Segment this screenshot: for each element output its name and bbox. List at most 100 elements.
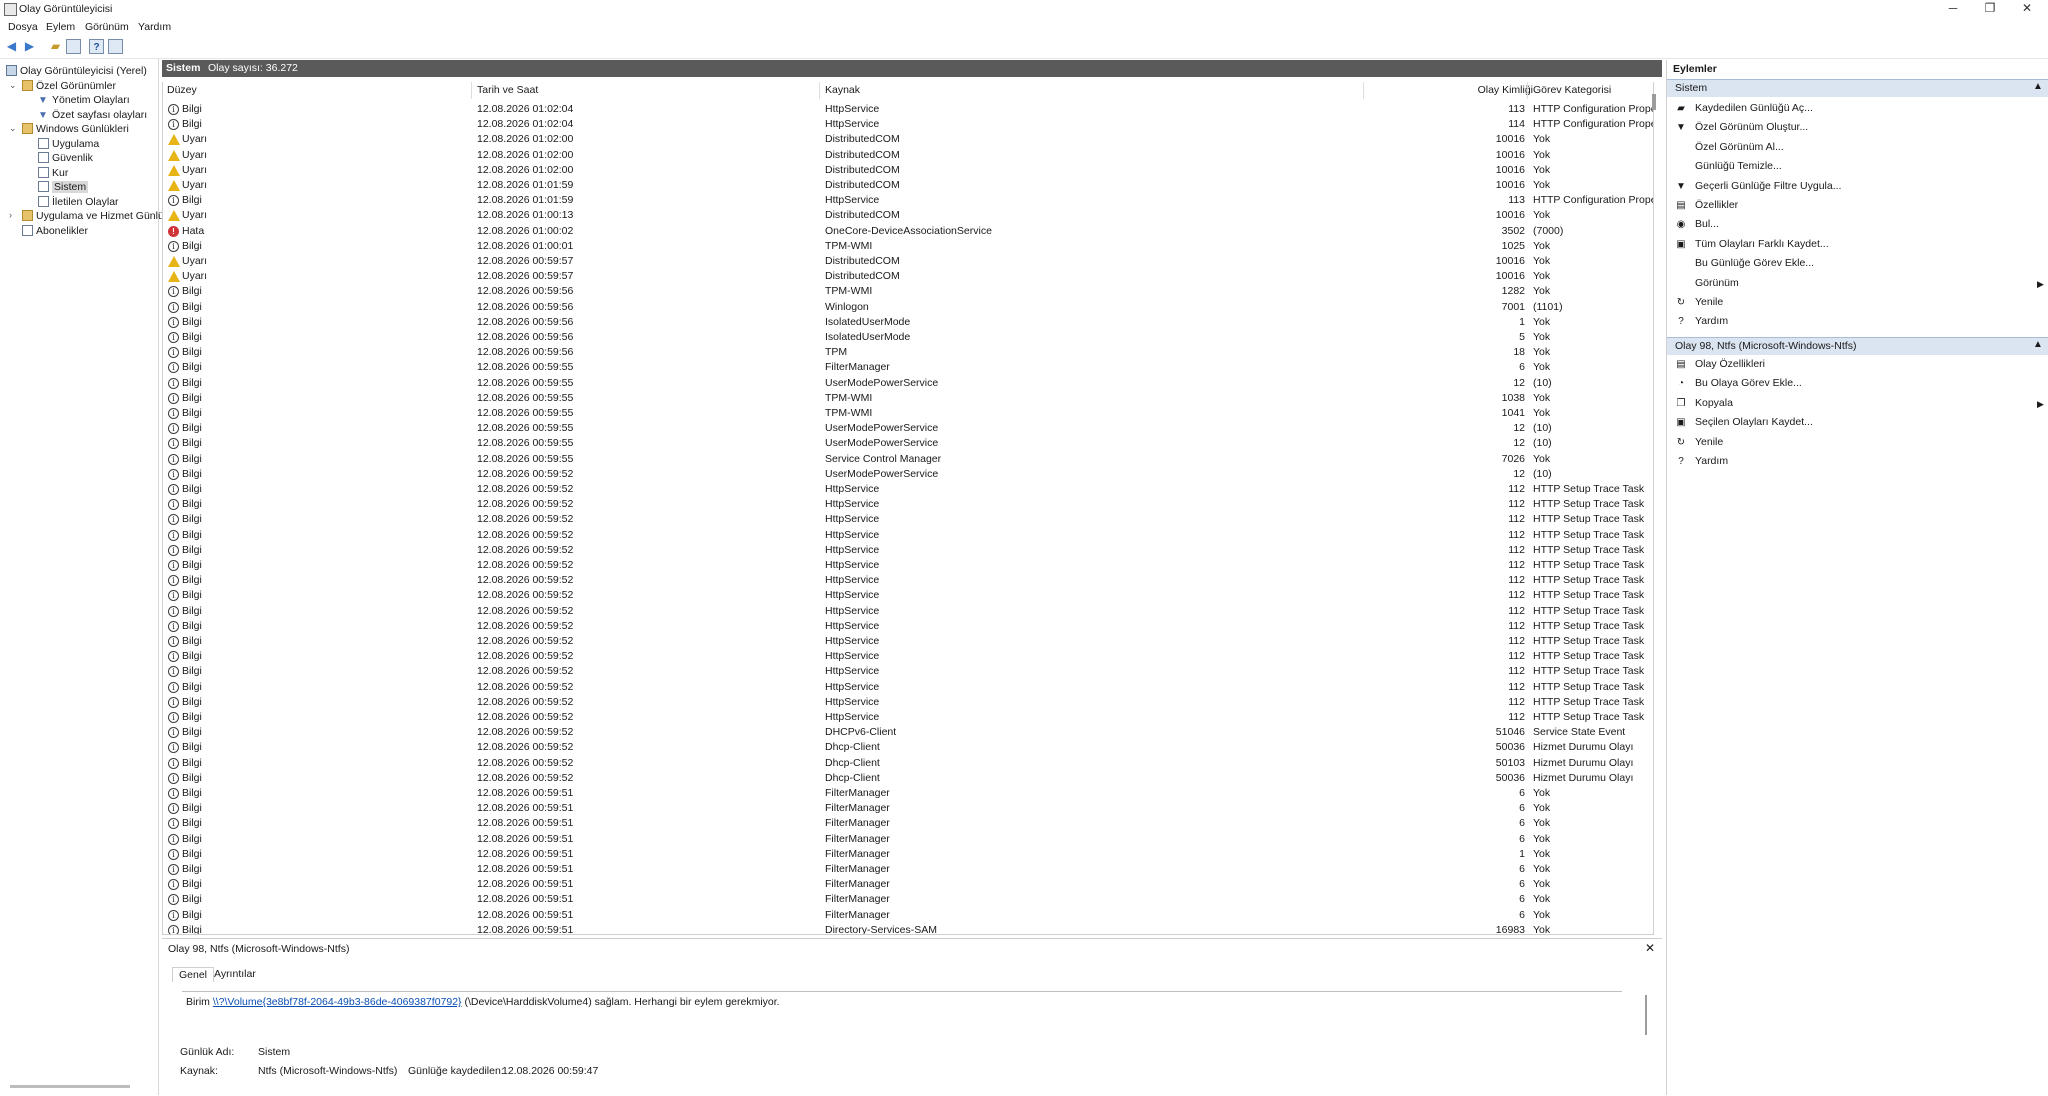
show-hide-tree-icon[interactable]: [66, 39, 81, 54]
table-row[interactable]: i Bilgi 12.08.2026 00:59:56 Winlogon 7001 (11…: [163, 300, 1643, 315]
table-row[interactable]: i Bilgi 12.08.2026 00:59:55 UserModePowerSe…: [163, 376, 1643, 391]
tab-genel[interactable]: Genel: [172, 967, 215, 982]
tree-item[interactable]: Windows Günlükleri: [22, 122, 129, 136]
close-icon[interactable]: ✕: [1645, 941, 1655, 955]
table-row[interactable]: i Bilgi 12.08.2026 00:59:52 HttpService 112 H…: [163, 558, 1644, 573]
event-list-scrollbar[interactable]: [1652, 94, 1656, 110]
table-row[interactable]: Uyarı 12.08.2026 00:59:57 DistributedCOM 10…: [163, 269, 1643, 284]
table-row[interactable]: i Bilgi 12.08.2026 00:59:51 FilterManager 6 Y…: [163, 908, 1643, 923]
close-window-button[interactable]: ✕: [2010, 0, 2044, 16]
table-row[interactable]: i Bilgi 12.08.2026 00:59:51 Directory-Servi…: [163, 923, 1643, 934]
action-item[interactable]: ? Yardım: [1675, 313, 1728, 330]
table-row[interactable]: i Bilgi 12.08.2026 00:59:55 TPM-WMI 1041 Yok: [163, 406, 1643, 421]
table-row[interactable]: Uyarı 12.08.2026 00:59:57 DistributedCOM 10…: [163, 254, 1643, 269]
table-row[interactable]: i Bilgi 12.08.2026 00:59:52 HttpService 112 H…: [163, 619, 1644, 634]
table-row[interactable]: i Bilgi 12.08.2026 00:59:55 FilterManager 6 Y…: [163, 360, 1643, 375]
tree-item[interactable]: İletilen Olaylar: [38, 195, 119, 209]
action-item[interactable]: ▰ Kaydedilen Günlüğü Aç...: [1675, 100, 1813, 117]
table-row[interactable]: i Bilgi 12.08.2026 00:59:52 Dhcp-Client 5003…: [163, 740, 1643, 755]
tree-item[interactable]: Uygulama ve Hizmet Günlük: [22, 209, 169, 223]
table-row[interactable]: i Bilgi 12.08.2026 00:59:52 HttpService 112 H…: [163, 604, 1644, 619]
table-row[interactable]: i Bilgi 12.08.2026 00:59:52 HttpService 112 H…: [163, 482, 1644, 497]
back-arrow-icon[interactable]: ◀: [4, 39, 19, 54]
table-row[interactable]: i Bilgi 12.08.2026 01:00:01 TPM-WMI 1025 Yok: [163, 239, 1643, 254]
action-item[interactable]: ↻ Yenile: [1675, 294, 1723, 311]
menu-eylem[interactable]: Eylem: [46, 21, 75, 33]
table-row[interactable]: i Bilgi 12.08.2026 00:59:52 HttpService 112 H…: [163, 710, 1644, 725]
column-separator[interactable]: [1527, 82, 1528, 99]
tree-item[interactable]: ▼ Özet sayfası olayları: [38, 108, 147, 122]
tree-item[interactable]: Sistem: [38, 180, 89, 194]
menu-dosya[interactable]: Dosya: [8, 21, 38, 33]
table-row[interactable]: i Bilgi 12.08.2026 01:02:04 HttpService 113 H…: [163, 102, 1653, 117]
expanded-chevron-icon[interactable]: ⌄: [9, 123, 17, 134]
show-hide-action-pane-icon[interactable]: [108, 39, 123, 54]
action-item[interactable]: ❐ Kopyala: [1675, 395, 1733, 412]
table-row[interactable]: i Bilgi 12.08.2026 00:59:55 UserModePowerSe…: [163, 421, 1643, 436]
table-row[interactable]: i Bilgi 12.08.2026 00:59:51 FilterManager 1 Y…: [163, 847, 1643, 862]
table-row[interactable]: i Bilgi 12.08.2026 00:59:51 FilterManager 6 Y…: [163, 816, 1643, 831]
tree-item[interactable]: Güvenlik: [38, 151, 93, 165]
maximize-button[interactable]: ❐: [1973, 0, 2007, 16]
menu-gorunum[interactable]: Görünüm: [85, 21, 129, 33]
table-row[interactable]: i Bilgi 12.08.2026 00:59:52 HttpService 112 H…: [163, 543, 1644, 558]
table-row[interactable]: i Bilgi 12.08.2026 00:59:52 Dhcp-Client 5003…: [163, 771, 1643, 786]
action-item[interactable]: ? Yardım: [1675, 453, 1728, 470]
action-item[interactable]: ▣ Seçilen Olayları Kaydet...: [1675, 414, 1813, 431]
table-row[interactable]: i Bilgi 12.08.2026 00:59:52 HttpService 112 H…: [163, 649, 1644, 664]
table-row[interactable]: i Bilgi 12.08.2026 00:59:52 Dhcp-Client 5010…: [163, 756, 1643, 771]
column-header-source[interactable]: Kaynak: [825, 84, 860, 96]
action-item[interactable]: ▼ Geçerli Günlüğe Filtre Uygula...: [1675, 178, 1841, 195]
action-item[interactable]: ▤ Olay Özellikleri: [1675, 356, 1765, 373]
forward-arrow-icon[interactable]: ▶: [22, 39, 37, 54]
table-row[interactable]: i Bilgi 12.08.2026 00:59:52 HttpService 112 H…: [163, 573, 1644, 588]
tree-item[interactable]: Olay Görüntüleyicisi (Yerel): [6, 64, 147, 78]
table-row[interactable]: i Bilgi 12.08.2026 00:59:51 FilterManager 6 Y…: [163, 786, 1643, 801]
table-row[interactable]: i Bilgi 12.08.2026 00:59:52 HttpService 112 H…: [163, 695, 1644, 710]
table-row[interactable]: ! Hata 12.08.2026 01:00:02 OneCore-DeviceAs…: [163, 224, 1643, 239]
table-row[interactable]: i Bilgi 12.08.2026 00:59:55 UserModePowerSe…: [163, 436, 1643, 451]
table-row[interactable]: i Bilgi 12.08.2026 00:59:51 FilterManager 6 Y…: [163, 862, 1643, 877]
tree-item[interactable]: Kur: [38, 166, 68, 180]
action-item[interactable]: ◉ Bul...: [1675, 216, 1719, 233]
table-row[interactable]: i Bilgi 12.08.2026 00:59:52 HttpService 112 H…: [163, 588, 1644, 603]
action-item[interactable]: ◔ Bu Olaya Görev Ekle...: [1675, 375, 1802, 392]
table-row[interactable]: i Bilgi 12.08.2026 00:59:51 FilterManager 6 Y…: [163, 892, 1643, 907]
action-item[interactable]: Görünüm: [1675, 275, 1739, 292]
table-row[interactable]: i Bilgi 12.08.2026 00:59:52 HttpService 112 H…: [163, 528, 1644, 543]
action-item[interactable]: Günlüğü Temizle...: [1675, 158, 1782, 175]
tab-ayrintilar[interactable]: Ayrıntılar: [214, 967, 256, 981]
tree-scrollbar[interactable]: [10, 1085, 130, 1088]
tree-item[interactable]: Uygulama: [38, 137, 99, 151]
table-row[interactable]: i Bilgi 12.08.2026 00:59:51 FilterManager 6 Y…: [163, 877, 1643, 892]
table-row[interactable]: i Bilgi 12.08.2026 01:01:59 HttpService 113 H…: [163, 193, 1653, 208]
table-row[interactable]: i Bilgi 12.08.2026 00:59:52 HttpService 112 H…: [163, 634, 1644, 649]
table-row[interactable]: i Bilgi 12.08.2026 00:59:52 HttpService 112 H…: [163, 512, 1644, 527]
action-item[interactable]: ↻ Yenile: [1675, 434, 1723, 451]
volume-link[interactable]: \\?\Volume{3e8bf78f-2064-49b3-86de-40693…: [213, 996, 462, 1008]
action-item[interactable]: Bu Günlüğe Görev Ekle...: [1675, 255, 1814, 272]
table-row[interactable]: Uyarı 12.08.2026 01:02:00 DistributedCOM 10…: [163, 163, 1643, 178]
table-row[interactable]: Uyarı 12.08.2026 01:00:13 DistributedCOM 10…: [163, 208, 1643, 223]
column-header-datetime[interactable]: Tarih ve Saat: [477, 84, 538, 96]
table-row[interactable]: i Bilgi 12.08.2026 00:59:52 HttpService 112 H…: [163, 664, 1644, 679]
expanded-chevron-icon[interactable]: ⌄: [9, 80, 17, 91]
column-separator[interactable]: [819, 82, 820, 99]
table-row[interactable]: Uyarı 12.08.2026 01:02:00 DistributedCOM 10…: [163, 132, 1643, 147]
collapse-icon[interactable]: ▲: [2033, 339, 2043, 350]
collapse-icon[interactable]: ▲: [2033, 81, 2043, 92]
table-row[interactable]: i Bilgi 12.08.2026 00:59:56 TPM-WMI 1282 Yok: [163, 284, 1643, 299]
help-icon[interactable]: ?: [89, 39, 104, 54]
table-row[interactable]: i Bilgi 12.08.2026 00:59:51 FilterManager 6 Y…: [163, 832, 1643, 847]
column-separator[interactable]: [471, 82, 472, 99]
column-header-event-id[interactable]: Olay Kimliği: [1478, 84, 1533, 96]
tree-item[interactable]: Abonelikler: [22, 224, 88, 238]
action-item[interactable]: ▣ Tüm Olayları Farklı Kaydet...: [1675, 236, 1828, 253]
up-folder-icon[interactable]: ▰: [48, 39, 63, 54]
table-row[interactable]: i Bilgi 12.08.2026 00:59:56 IsolatedUserMod…: [163, 315, 1643, 330]
table-row[interactable]: i Bilgi 12.08.2026 00:59:52 HttpService 112 H…: [163, 497, 1644, 512]
minimize-button[interactable]: ─: [1936, 0, 1970, 16]
actions-section-sistem[interactable]: Sistem ▲: [1667, 79, 2048, 97]
action-item[interactable]: Özel Görünüm Al...: [1675, 139, 1784, 156]
table-row[interactable]: i Bilgi 12.08.2026 01:02:04 HttpService 114 H…: [163, 117, 1653, 132]
